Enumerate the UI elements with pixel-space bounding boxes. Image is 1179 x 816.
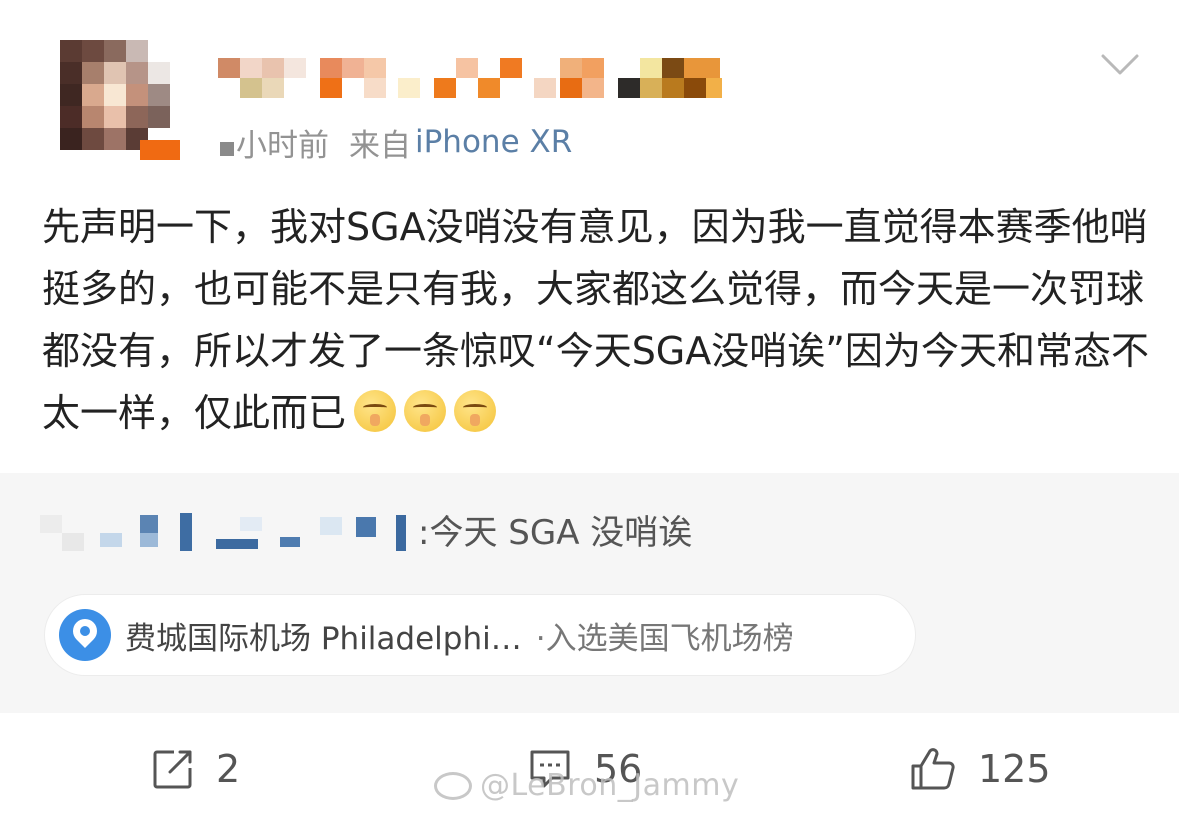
post-body: 先声明一下，我对SGA没哨没有意见，因为我一直觉得本赛季他哨挺多的，也可能不是只… bbox=[42, 196, 1152, 444]
masked-text bbox=[220, 142, 234, 156]
thumbs-up-icon bbox=[911, 748, 955, 790]
like-button[interactable]: 125 bbox=[910, 744, 1051, 794]
shush-face-icon bbox=[354, 390, 397, 432]
location-name: 费城国际机场 Philadelphi… bbox=[125, 620, 522, 657]
post-device[interactable]: iPhone XR bbox=[415, 124, 572, 160]
shush-face-icon bbox=[454, 390, 497, 432]
post-source-label: 来自 bbox=[349, 127, 411, 164]
like-count: 125 bbox=[978, 747, 1051, 791]
post-meta: 小时前 来自 iPhone XR bbox=[220, 120, 572, 164]
shush-face-icon bbox=[404, 390, 447, 432]
username[interactable] bbox=[218, 58, 728, 100]
post-header: 小时前 来自 iPhone XR bbox=[0, 0, 1179, 180]
share-icon bbox=[153, 750, 192, 789]
chevron-down-icon[interactable] bbox=[1100, 52, 1140, 78]
watermark-text: @LeBron_Jammy bbox=[480, 768, 740, 803]
post-body-text: 先声明一下，我对SGA没哨没有意见，因为我一直觉得本赛季他哨挺多的，也可能不是只… bbox=[42, 205, 1149, 435]
share-count: 2 bbox=[216, 747, 241, 791]
masked-username bbox=[40, 505, 412, 553]
watermark: @LeBron_Jammy bbox=[434, 768, 739, 803]
repost-text: :今天 SGA 没哨诶 bbox=[418, 512, 693, 553]
avatar[interactable] bbox=[46, 40, 182, 162]
share-button[interactable]: 2 bbox=[152, 744, 240, 794]
location-ranking[interactable]: ·入选美国飞机场榜 bbox=[536, 613, 794, 658]
weibo-logo-icon bbox=[434, 771, 472, 800]
location-pin-icon bbox=[59, 609, 111, 661]
location-tag[interactable]: 费城国际机场 Philadelphi… ·入选美国飞机场榜 bbox=[44, 594, 916, 676]
post-time: 小时前 bbox=[236, 127, 329, 164]
repost-content[interactable]: :今天 SGA 没哨诶 bbox=[40, 505, 692, 553]
